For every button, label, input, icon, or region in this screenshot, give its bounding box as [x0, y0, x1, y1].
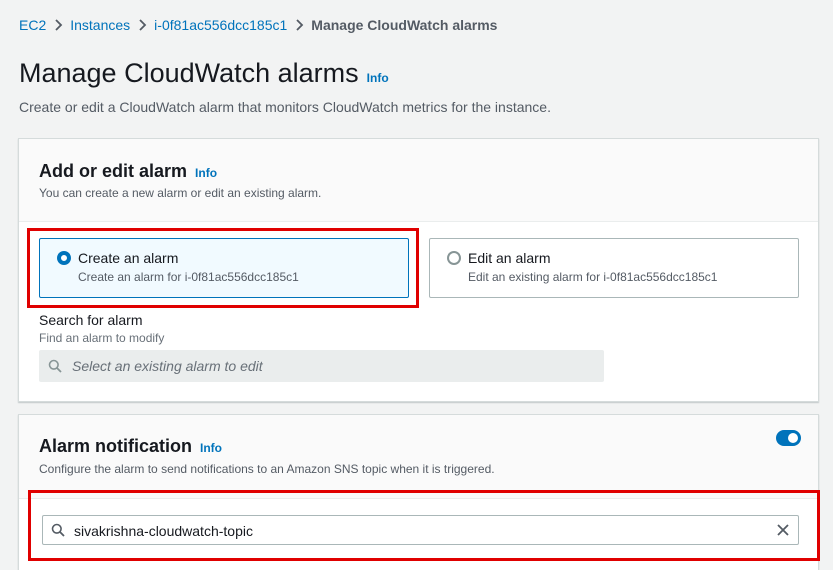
page-title-text: Manage CloudWatch alarms	[19, 58, 359, 88]
sns-topic-input[interactable]: sivakrishna-cloudwatch-topic	[42, 515, 799, 545]
search-icon	[51, 523, 65, 537]
clear-icon[interactable]	[776, 523, 790, 537]
edit-alarm-sublabel: Edit an existing alarm for i-0f81ac556dc…	[468, 270, 718, 284]
create-alarm-sublabel: Create an alarm for i-0f81ac556dcc185c1	[78, 270, 299, 284]
page-description: Create or edit a CloudWatch alarm that m…	[19, 99, 551, 115]
search-icon	[48, 359, 62, 373]
breadcrumb-instances-link[interactable]: Instances	[70, 17, 130, 33]
add-edit-alarm-description: You can create a new alarm or edit an ex…	[39, 186, 322, 200]
add-edit-alarm-title: Add or edit alarm Info	[39, 161, 217, 182]
search-alarm-input[interactable]: Select an existing alarm to edit	[39, 350, 604, 382]
alarm-notification-info-link[interactable]: Info	[200, 441, 222, 455]
alarm-notification-title-text: Alarm notification	[39, 436, 193, 456]
add-edit-alarm-panel: Add or edit alarm Info You can create a …	[18, 138, 819, 402]
radio-selected-icon[interactable]	[57, 251, 71, 265]
alarm-notification-title: Alarm notification Info	[39, 436, 222, 457]
edit-alarm-label: Edit an alarm	[468, 250, 551, 266]
sns-topic-value: sivakrishna-cloudwatch-topic	[74, 523, 253, 539]
breadcrumb-ec2-link[interactable]: EC2	[19, 17, 46, 33]
add-edit-alarm-header: Add or edit alarm Info You can create a …	[19, 139, 818, 222]
add-edit-alarm-title-text: Add or edit alarm	[39, 161, 188, 181]
radio-unselected-icon[interactable]	[447, 251, 461, 265]
alarm-notification-toggle[interactable]	[776, 430, 801, 446]
toggle-knob	[788, 433, 798, 443]
create-alarm-option[interactable]: Create an alarm Create an alarm for i-0f…	[39, 238, 409, 298]
alarm-notification-header: Alarm notification Info Configure the al…	[19, 415, 818, 499]
chevron-right-icon	[130, 19, 154, 31]
chevron-right-icon	[46, 19, 70, 31]
search-alarm-placeholder: Select an existing alarm to edit	[72, 358, 263, 374]
breadcrumb-instance-link[interactable]: i-0f81ac556dcc185c1	[154, 17, 287, 33]
create-alarm-label: Create an alarm	[78, 250, 179, 266]
breadcrumb-current: Manage CloudWatch alarms	[311, 17, 498, 33]
edit-alarm-option[interactable]: Edit an alarm Edit an existing alarm for…	[429, 238, 799, 298]
breadcrumb: EC2 Instances i-0f81ac556dcc185c1 Manage…	[19, 16, 497, 34]
page-info-link[interactable]: Info	[367, 71, 389, 85]
page-title: Manage CloudWatch alarms Info	[19, 58, 389, 89]
search-alarm-description: Find an alarm to modify	[39, 331, 165, 345]
chevron-right-icon	[287, 19, 311, 31]
alarm-notification-panel: Alarm notification Info Configure the al…	[18, 414, 819, 570]
add-edit-alarm-info-link[interactable]: Info	[195, 166, 217, 180]
search-alarm-label: Search for alarm	[39, 312, 143, 328]
alarm-notification-description: Configure the alarm to send notification…	[39, 462, 495, 476]
